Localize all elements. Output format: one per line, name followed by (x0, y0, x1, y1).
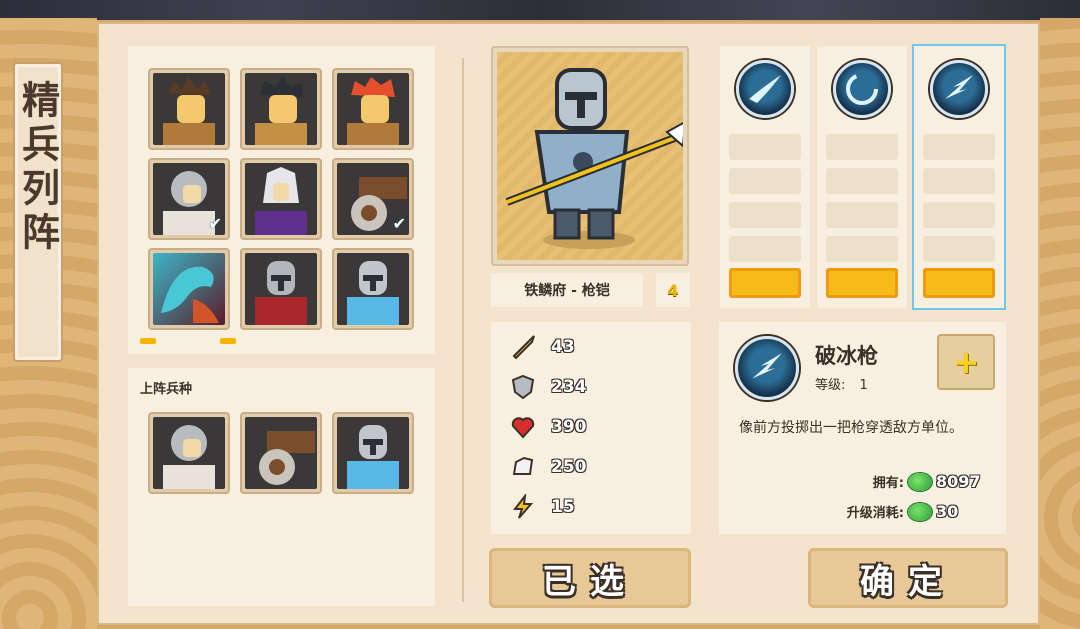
right-decor-border (1040, 18, 1080, 629)
unit-roster: ✔ ✔ (128, 46, 435, 354)
stat-energy: 15 (509, 494, 575, 520)
unit-red-knight[interactable] (240, 248, 322, 330)
unit-portrait (153, 417, 225, 489)
unit-portrait (337, 417, 409, 489)
skill-select-button[interactable] (729, 268, 801, 298)
owned-resource: 拥有: 8097 (872, 472, 981, 491)
ice-spear-icon (735, 336, 799, 400)
skill-slot (923, 134, 995, 160)
unit-artwork (497, 52, 683, 260)
checkmark-icon: ✔ (208, 214, 222, 233)
unit-portrait (245, 163, 317, 235)
unit-brown-warrior[interactable] (148, 68, 230, 150)
selected-unit-portrait (491, 46, 689, 266)
lightning-icon (509, 494, 537, 520)
upgrade-plus-button[interactable]: + (937, 334, 995, 390)
ice-vortex-icon (833, 60, 891, 118)
skill-level: 等级: 1 (815, 378, 868, 393)
skill-slot (729, 236, 801, 262)
page-title: 精兵列阵 (15, 80, 61, 256)
lineup-slot-2[interactable] (240, 412, 322, 494)
upgrade-cost: 升级消耗: 30 (846, 502, 959, 521)
lineup-panel: 上阵兵种 (128, 368, 435, 606)
confirm-button[interactable]: 确定 (808, 548, 1008, 608)
lineup-slot-1[interactable] (148, 412, 230, 494)
stat-health: 390 (509, 414, 587, 440)
skill-description: 像前方投掷出一把枪穿透敌方单位。 (739, 420, 963, 436)
skill-column-3[interactable] (914, 46, 1004, 308)
unit-red-warrior[interactable] (332, 68, 414, 150)
unit-stats: 43 234 390 250 15 (491, 322, 691, 534)
checkmark-icon: ✔ (392, 214, 406, 233)
unit-shield-cart[interactable]: ✔ (332, 158, 414, 240)
skill-slot (923, 202, 995, 228)
unit-portrait (245, 73, 317, 145)
sword-icon (509, 334, 537, 360)
skill-slot (826, 236, 898, 262)
unit-portrait (153, 73, 225, 145)
unit-portrait (337, 73, 409, 145)
unit-portrait (245, 417, 317, 489)
unit-teal-dragon[interactable] (148, 248, 230, 330)
skill-slot (729, 168, 801, 194)
boot-icon (509, 454, 537, 480)
skill-slot (826, 168, 898, 194)
skill-slot (826, 134, 898, 160)
skill-select-button[interactable] (826, 268, 898, 298)
unit-portrait (153, 253, 225, 325)
shield-icon (509, 374, 537, 400)
skill-slot (923, 168, 995, 194)
green-gem-icon (908, 472, 932, 491)
top-scenery-strip (0, 0, 1080, 20)
unit-portrait: ✔ (153, 163, 225, 235)
skill-slot (729, 202, 801, 228)
skill-name: 破冰枪 (815, 344, 878, 368)
skill-select-button[interactable] (923, 268, 995, 298)
skill-column-2[interactable] (817, 46, 907, 308)
stat-attack: 43 (509, 334, 575, 360)
ice-slash-icon (736, 60, 794, 118)
scroll-indicator (220, 338, 236, 344)
unit-grey-swordsman[interactable]: ✔ (148, 158, 230, 240)
unit-dark-warrior[interactable] (240, 68, 322, 150)
skill-detail-panel: 破冰枪 等级: 1 + 像前方投掷出一把枪穿透敌方单位。 拥有: 8097 升级… (719, 322, 1006, 534)
green-gem-icon (908, 502, 932, 521)
unit-portrait: ✔ (337, 163, 409, 235)
unit-portrait (337, 253, 409, 325)
unit-blue-knight[interactable] (332, 248, 414, 330)
skill-slot (826, 202, 898, 228)
lineup-slot-3[interactable] (332, 412, 414, 494)
lineup-label: 上阵兵种 (140, 382, 193, 397)
ice-spear-icon (930, 60, 988, 118)
unit-purple-mage[interactable] (240, 158, 322, 240)
skill-slot (729, 134, 801, 160)
selected-button[interactable]: 已选 (489, 548, 691, 608)
stat-defense: 234 (509, 374, 587, 400)
skill-slot (923, 236, 995, 262)
heart-icon (509, 414, 537, 440)
skill-column-1[interactable] (720, 46, 810, 308)
column-divider (462, 58, 464, 602)
title-plaque: 精兵列阵 (13, 62, 63, 362)
scroll-indicator (140, 338, 156, 344)
stat-speed: 250 (509, 454, 587, 480)
unit-portrait (245, 253, 317, 325)
unit-level: 4 (656, 273, 690, 307)
unit-name: 铁鳞府 - 枪铠 (491, 273, 643, 307)
